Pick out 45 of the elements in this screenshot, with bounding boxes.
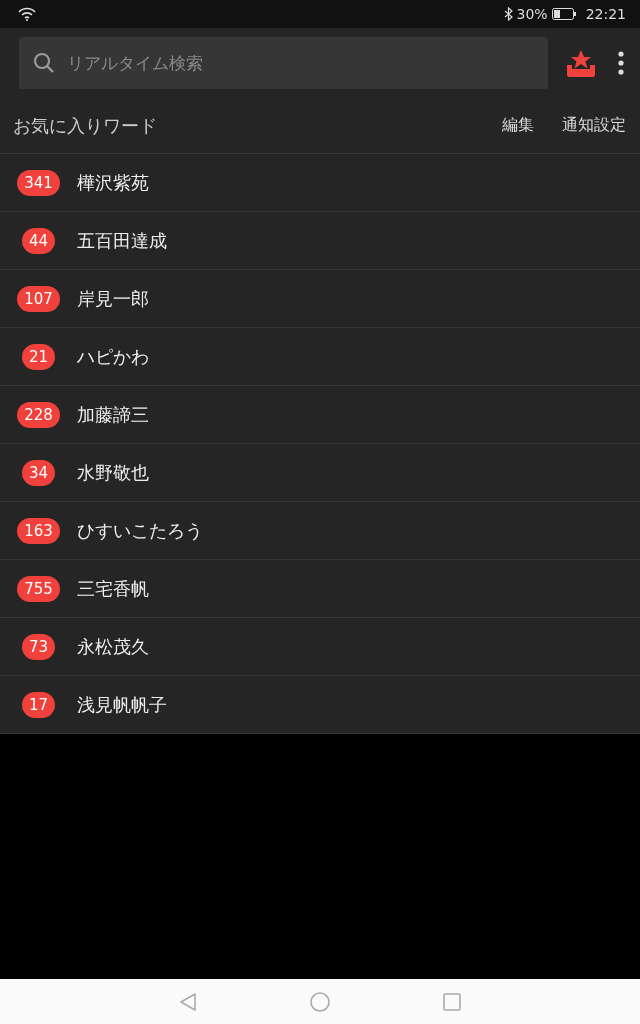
word-name: 水野敬也 [77, 460, 149, 485]
count-badge: 163 [17, 517, 60, 544]
count-badge: 17 [22, 691, 55, 718]
favorite-word-row[interactable]: 21 ハピかわ [0, 328, 640, 386]
word-name: ハピかわ [77, 344, 149, 369]
header-action[interactable]: 通知設定 [562, 115, 626, 136]
word-name: 樺沢紫苑 [77, 170, 149, 195]
count-badge: 21 [22, 343, 55, 370]
favorite-word-row[interactable]: 107 岸見一郎 [0, 270, 640, 328]
home-icon [310, 991, 330, 1012]
count-badge: 34 [22, 459, 55, 486]
favorite-word-row[interactable]: 341 樺沢紫苑 [0, 154, 640, 212]
favorite-word-row[interactable]: 34 水野敬也 [0, 444, 640, 502]
more-icon [618, 51, 624, 75]
star-tray-icon [566, 49, 596, 77]
count-badge: 107 [17, 285, 60, 312]
word-name: ひすいこたろう [77, 518, 203, 543]
section-title: お気に入りワード [13, 113, 158, 138]
favorite-word-row[interactable]: 17 浅見帆帆子 [0, 676, 640, 734]
wifi-icon [18, 7, 36, 21]
count-badge: 44 [22, 227, 55, 254]
favorite-word-row[interactable]: 755 三宅香帆 [0, 560, 640, 618]
search-icon [33, 52, 55, 74]
favorite-word-row[interactable]: 228 加藤諦三 [0, 386, 640, 444]
recents-icon [443, 992, 461, 1011]
count-badge: 228 [17, 401, 60, 428]
word-name: 永松茂久 [77, 634, 149, 659]
word-name: 加藤諦三 [77, 402, 149, 427]
battery-level: 30% [516, 6, 548, 22]
favorite-word-row[interactable]: 163 ひすいこたろう [0, 502, 640, 560]
count-badge: 341 [17, 169, 60, 196]
bluetooth-icon [503, 7, 513, 21]
word-name: 浅見帆帆子 [77, 692, 167, 717]
clock: 22:21 [585, 6, 626, 22]
header-action[interactable]: 編集 [502, 115, 534, 136]
count-badge: 73 [22, 633, 55, 660]
back-icon [179, 991, 197, 1012]
search-bar[interactable]: リアルタイム検索 [19, 37, 548, 89]
word-name: 五百田達成 [77, 228, 167, 253]
count-badge: 755 [17, 575, 60, 602]
word-name: 岸見一郎 [77, 286, 149, 311]
favorite-word-row[interactable]: 73 永松茂久 [0, 618, 640, 676]
word-name: 三宅香帆 [77, 576, 149, 601]
favorite-word-row[interactable]: 44 五百田達成 [0, 212, 640, 270]
battery-icon [551, 8, 576, 20]
